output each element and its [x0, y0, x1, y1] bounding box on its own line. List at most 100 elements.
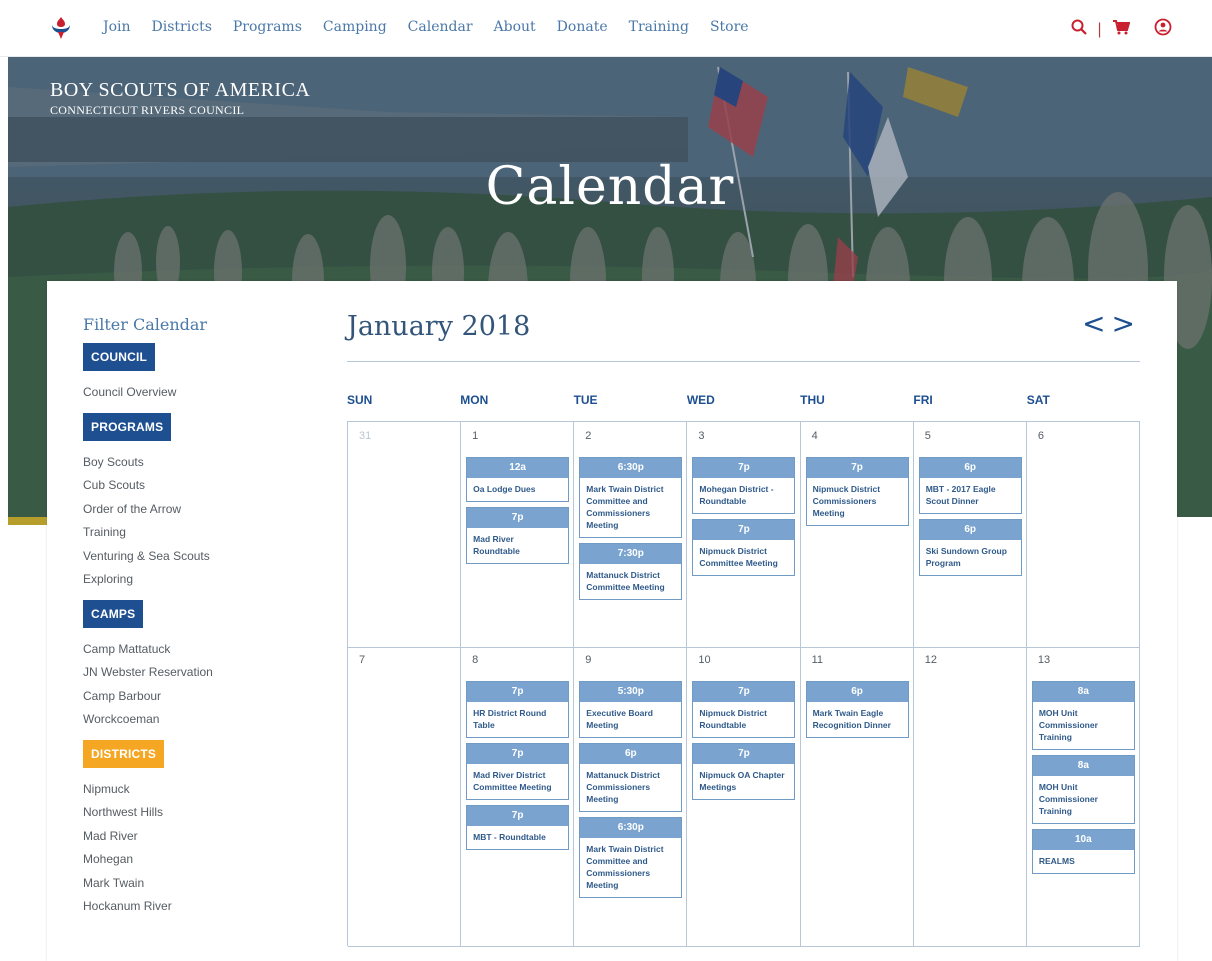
filter-item[interactable]: Hockanum River — [83, 895, 313, 919]
filter-item[interactable]: Order of the Arrow — [83, 498, 313, 522]
council-brand[interactable]: BOY SCOUTS OF AMERICA CONNECTICUT RIVERS… — [50, 79, 310, 118]
calendar-day[interactable]: 9 5:30p Executive Board Meeting 6p Mattanuck… — [574, 646, 688, 947]
filter-item[interactable]: JN Webster Reservation — [83, 661, 313, 685]
calendar-day[interactable]: 10 7p Nipmuck District Roundtable 7p Nipmuck… — [687, 646, 801, 947]
day-events: 7p Nipmuck District Commissioners Meeting — [805, 457, 909, 531]
calendar-week: 31 1 12a Oa Lodge Dues 7p Mad River Roundtabl… — [347, 421, 1140, 648]
event-time: 7p — [467, 806, 569, 826]
event-card[interactable]: 8a MOH Unit Commissioner Training — [1031, 681, 1135, 750]
event-card[interactable]: 7:30p Mattanuck District Committee Meetin… — [579, 543, 683, 600]
filter-item[interactable]: Camp Mattatuck — [83, 638, 313, 662]
nav-link-donate[interactable]: Donate — [557, 19, 608, 35]
event-title: Mattanuck District Commissioners Meeting — [586, 770, 660, 804]
day-number: 6 — [1037, 430, 1044, 442]
nav-link-training[interactable]: Training — [629, 19, 689, 35]
calendar-day[interactable]: 12 — [913, 646, 1027, 947]
day-of-week-sun: SUN — [347, 393, 373, 407]
filter-group-council: COUNCIL Council Overview — [83, 343, 313, 405]
nav-link-programs[interactable]: Programs — [233, 19, 302, 35]
event-time: 6p — [919, 458, 1021, 478]
filter-item[interactable]: Council Overview — [83, 381, 313, 405]
event-title: Mark Twain District Committee and Commis… — [586, 484, 664, 530]
calendar-day[interactable]: 7 — [348, 646, 462, 947]
day-of-week-mon: MON — [460, 393, 489, 407]
day-number: 2 — [585, 430, 592, 442]
calendar-day[interactable]: 11 6p Mark Twain Eagle Recognition Dinner — [800, 646, 914, 947]
filter-item[interactable]: Mad River — [83, 825, 313, 849]
event-card[interactable]: 7p Nipmuck District Commissioners Meeting — [805, 457, 909, 526]
next-month-button[interactable]: > — [1112, 307, 1141, 340]
month-title: January 2018 — [347, 311, 531, 342]
brand-council: CONNECTICUT RIVERS COUNCIL — [50, 103, 245, 117]
day-events: 12a Oa Lodge Dues 7p Mad River Roundtable — [466, 457, 570, 569]
search-icon[interactable] — [1071, 19, 1087, 39]
calendar-day[interactable]: 5 6p MBT - 2017 Eagle Scout Dinner 6p Ski Su… — [913, 421, 1027, 648]
calendar-day[interactable]: 2 6:30p Mark Twain District Committee and … — [574, 421, 688, 648]
nav-link-store[interactable]: Store — [710, 19, 749, 35]
event-card[interactable]: 6p Ski Sundown Group Program — [918, 519, 1022, 576]
event-card[interactable]: 7p Nipmuck District Roundtable — [692, 681, 796, 738]
filter-item[interactable]: Nipmuck — [83, 778, 313, 802]
event-card[interactable]: 6:30p Mark Twain District Committee and C… — [579, 817, 683, 898]
event-card[interactable]: 6:30p Mark Twain District Committee and C… — [579, 457, 683, 538]
event-card[interactable]: 7p MBT - Roundtable — [466, 805, 570, 850]
day-of-week-tue: TUE — [573, 393, 598, 407]
filter-group-districts: DISTRICTS Nipmuck Northwest Hills Mad River… — [83, 739, 313, 919]
filter-item[interactable]: Mark Twain — [83, 872, 313, 896]
event-card[interactable]: 6p Mark Twain Eagle Recognition Dinner — [805, 681, 909, 738]
event-time: 6:30p — [580, 458, 682, 478]
event-card[interactable]: 12a Oa Lodge Dues — [466, 457, 570, 502]
event-title: HR District Round Table — [473, 708, 547, 730]
category-programs[interactable]: PROGRAMS — [83, 412, 172, 441]
event-card[interactable]: 6p MBT - 2017 Eagle Scout Dinner — [918, 457, 1022, 514]
event-card[interactable]: 7p Mad River Roundtable — [466, 507, 570, 564]
filter-item[interactable]: Cub Scouts — [83, 474, 313, 498]
nav-link-about[interactable]: About — [494, 19, 536, 35]
event-title: Mark Twain Eagle Recognition Dinner — [812, 708, 891, 730]
nav-link-join[interactable]: Join — [103, 19, 131, 35]
nav-icons: | — [1071, 18, 1172, 40]
category-council[interactable]: COUNCIL — [83, 343, 156, 371]
event-card[interactable]: 6p Mattanuck District Commissioners Meeti… — [579, 743, 683, 812]
bsa-logo-icon[interactable] — [48, 15, 74, 41]
calendar-day[interactable]: 3 7p Mohegan District - Roundtable 7p Nipmuc… — [687, 421, 801, 648]
event-title: MBT - 2017 Eagle Scout Dinner — [925, 484, 996, 506]
event-card[interactable]: 7p Mohegan District - Roundtable — [692, 457, 796, 514]
user-icon[interactable] — [1154, 18, 1172, 40]
event-card[interactable]: 5:30p Executive Board Meeting — [579, 681, 683, 738]
event-card[interactable]: 7p Nipmuck OA Chapter Meetings — [692, 743, 796, 800]
header-divider — [347, 361, 1140, 362]
nav-link-calendar[interactable]: Calendar — [408, 19, 473, 35]
calendar-day[interactable]: 6 — [1026, 421, 1140, 648]
event-card[interactable]: 8a MOH Unit Commissioner Training — [1031, 755, 1135, 824]
event-card[interactable]: 7p Nipmuck District Committee Meeting — [692, 519, 796, 576]
filter-item[interactable]: Exploring — [83, 568, 313, 592]
category-districts[interactable]: DISTRICTS — [83, 739, 165, 768]
filter-item[interactable]: Camp Barbour — [83, 685, 313, 709]
event-card[interactable]: 10a REALMS — [1031, 829, 1135, 874]
day-of-week-fri: FRI — [913, 393, 933, 407]
filter-item[interactable]: Mohegan — [83, 848, 313, 872]
days-of-week: SUN MON TUE WED THU FRI SAT — [347, 393, 1140, 407]
day-number: 8 — [472, 654, 479, 666]
calendar-day[interactable]: 31 — [348, 421, 462, 648]
day-events: 6:30p Mark Twain District Committee and C… — [579, 457, 683, 605]
calendar-day[interactable]: 8 7p HR District Round Table 7p Mad River Di… — [461, 646, 575, 947]
filter-item[interactable]: Venturing & Sea Scouts — [83, 545, 313, 569]
event-title: Nipmuck District Roundtable — [699, 708, 767, 730]
filter-item[interactable]: Worckcoeman — [83, 708, 313, 732]
category-camps[interactable]: CAMPS — [83, 599, 144, 628]
filter-item[interactable]: Boy Scouts — [83, 451, 313, 475]
event-card[interactable]: 7p Mad River District Committee Meeting — [466, 743, 570, 800]
calendar-day[interactable]: 13 8a MOH Unit Commissioner Training 8a MOH … — [1026, 646, 1140, 947]
day-of-week-sat: SAT — [1026, 393, 1050, 407]
event-card[interactable]: 7p HR District Round Table — [466, 681, 570, 738]
filter-item[interactable]: Northwest Hills — [83, 801, 313, 825]
nav-link-districts[interactable]: Districts — [152, 19, 212, 35]
calendar-day[interactable]: 1 12a Oa Lodge Dues 7p Mad River Roundtable — [461, 421, 575, 648]
nav-link-camping[interactable]: Camping — [323, 19, 387, 35]
prev-month-button[interactable]: < — [1082, 307, 1111, 340]
cart-icon[interactable] — [1112, 19, 1131, 39]
filter-item[interactable]: Training — [83, 521, 313, 545]
calendar-day[interactable]: 4 7p Nipmuck District Commissioners Meetin… — [800, 421, 914, 648]
